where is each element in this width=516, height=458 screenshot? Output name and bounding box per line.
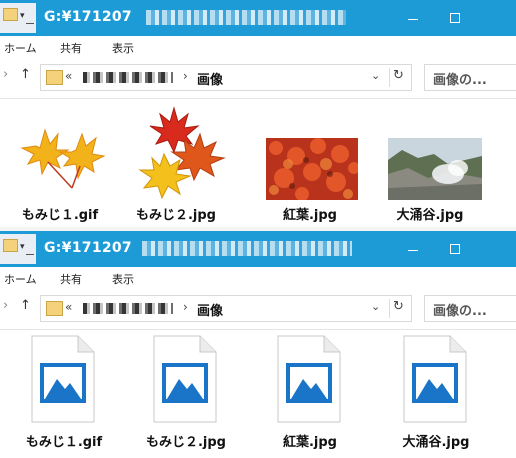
owakudani-landscape-photo-thumbnail bbox=[388, 138, 482, 200]
search-placeholder: 画像の... bbox=[433, 73, 487, 88]
navigation-bar: › ↑ « › 画像 ⌄ ↻ 画像の... bbox=[0, 58, 516, 99]
tab-view[interactable]: 表示 bbox=[112, 40, 134, 56]
refresh-icon[interactable]: ↻ bbox=[393, 299, 404, 314]
address-bar[interactable]: « › 画像 ⌄ ↻ bbox=[40, 64, 412, 91]
file-item[interactable]: 紅葉.jpg bbox=[254, 104, 366, 224]
quick-access-toolbar: ▾ bbox=[0, 3, 36, 33]
file-name: 紅葉.jpg bbox=[282, 435, 337, 450]
tab-view[interactable]: 表示 bbox=[112, 271, 134, 287]
toolbar-divider bbox=[26, 23, 34, 24]
tab-share[interactable]: 共有 bbox=[60, 271, 82, 287]
maximize-icon bbox=[450, 244, 460, 254]
image-file-icon bbox=[277, 335, 341, 423]
chevron-down-icon[interactable]: ⌄ bbox=[371, 300, 380, 313]
redacted-path bbox=[83, 72, 173, 83]
forward-icon[interactable]: › bbox=[3, 298, 8, 313]
search-box[interactable]: 画像の... bbox=[424, 295, 516, 322]
search-placeholder: 画像の... bbox=[433, 304, 487, 319]
file-item[interactable]: 紅葉.jpg bbox=[254, 335, 366, 455]
breadcrumb-current-folder[interactable]: 画像 bbox=[197, 69, 223, 88]
chevron-down-icon[interactable]: ▾ bbox=[20, 11, 25, 21]
maple-leaves-yellow-thumbnail bbox=[12, 108, 108, 198]
file-name: もみじ１.gif bbox=[25, 435, 103, 450]
breadcrumb-current-folder[interactable]: 画像 bbox=[197, 300, 223, 319]
breadcrumb-separator[interactable]: › bbox=[183, 69, 188, 83]
file-name: もみじ２.jpg bbox=[145, 435, 226, 450]
breadcrumb-separator[interactable]: › bbox=[183, 300, 188, 314]
up-arrow-icon[interactable]: ↑ bbox=[20, 298, 31, 313]
tab-home[interactable]: ホーム bbox=[4, 40, 37, 56]
folder-icon[interactable] bbox=[3, 239, 18, 252]
minimize-icon bbox=[408, 250, 418, 251]
redacted-path bbox=[83, 303, 173, 314]
file-name: 大涌谷.jpg bbox=[396, 208, 464, 223]
folder-icon bbox=[46, 70, 63, 85]
tab-share[interactable]: 共有 bbox=[60, 40, 82, 56]
quick-access-toolbar: ▾ bbox=[0, 234, 36, 264]
breadcrumb-overflow[interactable]: « bbox=[65, 300, 72, 314]
file-item[interactable]: 大涌谷.jpg bbox=[374, 104, 486, 224]
file-item[interactable]: もみじ１.gif bbox=[4, 104, 116, 224]
image-file-icon bbox=[31, 335, 95, 423]
file-name: もみじ１.gif bbox=[21, 208, 99, 223]
file-item[interactable]: もみじ１.gif bbox=[8, 335, 120, 455]
maximize-icon bbox=[450, 13, 460, 23]
redacted-title-text bbox=[146, 10, 346, 25]
image-file-icon bbox=[403, 335, 467, 423]
file-item[interactable]: もみじ２.jpg bbox=[120, 104, 232, 224]
maximize-button[interactable] bbox=[438, 3, 472, 33]
window-title: G:¥171207 bbox=[44, 9, 132, 25]
address-divider bbox=[389, 68, 390, 87]
red-foliage-photo-thumbnail bbox=[266, 138, 358, 200]
folder-icon bbox=[46, 301, 63, 316]
chevron-down-icon[interactable]: ▾ bbox=[20, 242, 25, 252]
file-name: もみじ２.jpg bbox=[135, 208, 216, 223]
explorer-window-thumbnails: ▾ G:¥171207 ホーム 共有 表示 › ↑ « › 画像 ⌄ ↻ 画像の… bbox=[0, 0, 516, 227]
search-box[interactable]: 画像の... bbox=[424, 64, 516, 91]
explorer-window-generic-icons: ▾ G:¥171207 ホーム 共有 表示 › ↑ « › 画像 ⌄ ↻ 画像の… bbox=[0, 231, 516, 458]
minimize-button[interactable] bbox=[396, 234, 430, 264]
window-title: G:¥171207 bbox=[44, 240, 132, 256]
up-arrow-icon[interactable]: ↑ bbox=[20, 67, 31, 82]
maximize-button[interactable] bbox=[438, 234, 472, 264]
toolbar-divider bbox=[26, 254, 34, 255]
navigation-bar: › ↑ « › 画像 ⌄ ↻ 画像の... bbox=[0, 289, 516, 330]
image-file-icon bbox=[153, 335, 217, 423]
ribbon-tabs: ホーム 共有 表示 bbox=[0, 267, 516, 289]
breadcrumb-overflow[interactable]: « bbox=[65, 69, 72, 83]
folder-icon[interactable] bbox=[3, 8, 18, 21]
file-name: 大涌谷.jpg bbox=[402, 435, 470, 450]
maple-leaves-red-yellow-thumbnail bbox=[134, 104, 230, 200]
file-item[interactable]: 大涌谷.jpg bbox=[380, 335, 492, 455]
address-divider bbox=[389, 299, 390, 318]
minimize-icon bbox=[408, 19, 418, 20]
redacted-title-text bbox=[142, 241, 352, 256]
address-bar[interactable]: « › 画像 ⌄ ↻ bbox=[40, 295, 412, 322]
ribbon-tabs: ホーム 共有 表示 bbox=[0, 36, 516, 58]
title-bar[interactable]: ▾ G:¥171207 bbox=[0, 231, 516, 267]
file-item[interactable]: もみじ２.jpg bbox=[130, 335, 242, 455]
refresh-icon[interactable]: ↻ bbox=[393, 68, 404, 83]
tab-home[interactable]: ホーム bbox=[4, 271, 37, 287]
minimize-button[interactable] bbox=[396, 3, 430, 33]
forward-icon[interactable]: › bbox=[3, 67, 8, 82]
chevron-down-icon[interactable]: ⌄ bbox=[371, 69, 380, 82]
title-bar[interactable]: ▾ G:¥171207 bbox=[0, 0, 516, 36]
file-name: 紅葉.jpg bbox=[282, 208, 337, 223]
